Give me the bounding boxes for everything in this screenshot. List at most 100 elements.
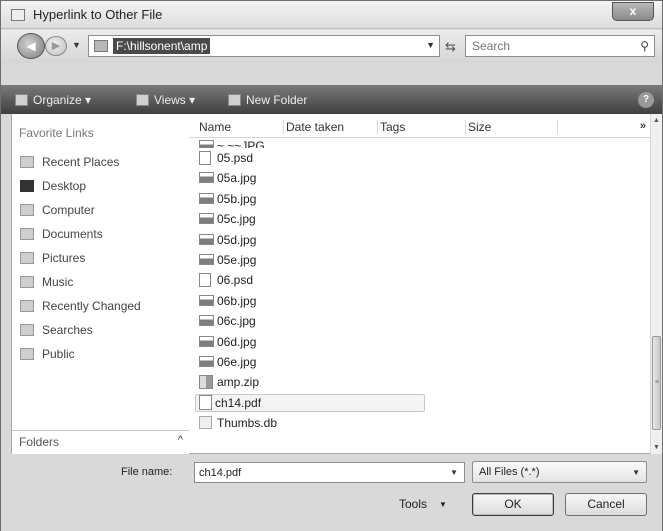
file-name: 05c.jpg xyxy=(217,212,256,227)
title-bar[interactable]: Hyperlink to Other File x xyxy=(1,1,662,29)
column-header-date-taken[interactable]: Date taken xyxy=(286,120,378,134)
address-bar[interactable]: F:\hillsonent\amp ▼ xyxy=(88,35,440,57)
favorite-link-music[interactable]: Music xyxy=(12,270,190,294)
list-item[interactable]: amp.zip xyxy=(189,372,650,392)
file-name: 06b.jpg xyxy=(217,293,257,308)
list-item-selected[interactable]: ch14.pdf xyxy=(189,393,650,413)
list-item[interactable]: 05.psd xyxy=(189,148,650,168)
back-button[interactable]: ◀ xyxy=(17,33,45,59)
organize-icon xyxy=(15,94,28,106)
file-type-value: All Files (*.*) xyxy=(479,466,540,478)
db-file-icon xyxy=(199,416,212,430)
favorite-link-pictures[interactable]: Pictures xyxy=(12,246,190,270)
favorite-links-heading: Favorite Links xyxy=(19,126,94,140)
favorite-link-recent-places[interactable]: Recent Places xyxy=(12,150,190,174)
list-item[interactable]: 06d.jpg xyxy=(189,332,650,352)
search-icon[interactable]: ⚲ xyxy=(640,39,649,53)
image-file-icon xyxy=(199,253,214,265)
address-dropdown-icon[interactable]: ▼ xyxy=(426,40,435,50)
file-name-label: File name: xyxy=(121,466,173,478)
computer-icon xyxy=(20,204,34,216)
file-name-combobox[interactable]: ▼ xyxy=(194,462,465,483)
list-item[interactable]: 06b.jpg xyxy=(189,291,650,311)
file-name-input[interactable] xyxy=(195,463,435,482)
file-name: 06d.jpg xyxy=(217,334,257,349)
image-file-icon xyxy=(199,213,214,225)
favorite-link-label: Public xyxy=(42,347,75,361)
favorite-link-recently-changed[interactable]: Recently Changed xyxy=(12,294,190,318)
list-item[interactable]: 05d.jpg xyxy=(189,230,650,250)
folders-toggle[interactable]: Folders ^ xyxy=(12,430,190,454)
list-item[interactable]: 06.psd xyxy=(189,270,650,290)
column-headers: ^ Name Date taken Tags Size » xyxy=(189,114,650,138)
favorite-link-label: Searches xyxy=(42,323,93,337)
file-name: Thumbs.db xyxy=(217,416,278,431)
cancel-button[interactable]: Cancel xyxy=(565,493,647,516)
list-item[interactable]: 05e.jpg xyxy=(189,250,650,270)
scroll-down-icon[interactable]: ▼ xyxy=(653,444,660,451)
file-type-select[interactable]: All Files (*.*) ▼ xyxy=(472,461,647,483)
zip-file-icon xyxy=(199,375,213,390)
scroll-thumb[interactable]: ≡ xyxy=(652,336,661,430)
column-header-size[interactable]: Size xyxy=(468,120,558,134)
favorite-link-computer[interactable]: Computer xyxy=(12,198,190,222)
address-path[interactable]: F:\hillsonent\amp xyxy=(113,38,211,54)
search-box[interactable]: ⚲ xyxy=(465,35,655,57)
favorite-link-desktop[interactable]: Desktop xyxy=(12,174,190,198)
chevron-down-icon[interactable]: ▼ xyxy=(450,468,458,477)
new-folder-button[interactable]: New Folder xyxy=(228,91,307,109)
help-icon[interactable]: ? xyxy=(638,92,654,108)
image-file-icon xyxy=(199,335,214,347)
file-name: 05d.jpg xyxy=(217,232,257,247)
list-item[interactable]: 05c.jpg xyxy=(189,209,650,229)
searches-icon xyxy=(20,324,34,336)
image-file-icon xyxy=(199,315,214,327)
list-item[interactable]: 06c.jpg xyxy=(189,311,650,331)
favorite-link-documents[interactable]: Documents xyxy=(12,222,190,246)
search-input[interactable] xyxy=(466,36,631,56)
image-file-icon xyxy=(199,172,214,184)
refresh-icon[interactable]: ⇆ xyxy=(445,39,456,55)
list-item[interactable]: 05b.jpg xyxy=(189,189,650,209)
organize-label: Organize ▾ xyxy=(33,93,92,107)
grip-icon: ≡ xyxy=(655,379,660,386)
image-file-icon xyxy=(199,294,214,306)
pdf-file-icon xyxy=(199,394,212,410)
recent-places-icon xyxy=(20,156,34,168)
views-button[interactable]: Views ▾ xyxy=(136,91,195,109)
favorite-link-searches[interactable]: Searches xyxy=(12,318,190,342)
recent-pages-chevron-icon[interactable]: ▼ xyxy=(72,40,81,50)
file-name: 05e.jpg xyxy=(217,252,257,267)
new-folder-icon xyxy=(228,94,241,106)
chevron-down-icon[interactable]: ▼ xyxy=(632,468,640,477)
psd-file-icon xyxy=(199,151,211,165)
chevron-up-icon[interactable]: ^ xyxy=(178,434,183,446)
navigation-pane: Favorite Links Recent Places Desktop Com… xyxy=(11,114,190,454)
folder-icon xyxy=(94,40,108,52)
close-button[interactable]: x xyxy=(612,2,654,21)
favorite-link-public[interactable]: Public xyxy=(12,342,190,366)
list-item[interactable]: 06e.jpg xyxy=(189,352,650,372)
file-name: amp.zip xyxy=(217,375,260,390)
dialog-icon xyxy=(11,9,25,21)
column-header-name[interactable]: ^ Name xyxy=(199,120,284,134)
vertical-scrollbar[interactable]: ▲ ≡ ▼ xyxy=(650,114,662,454)
file-name: 06.psd xyxy=(217,273,254,288)
favorite-link-label: Music xyxy=(42,275,74,289)
organize-button[interactable]: Organize ▾ xyxy=(15,91,91,109)
forward-button[interactable]: ▶ xyxy=(45,36,67,56)
favorite-link-label: Pictures xyxy=(42,251,86,265)
ok-button[interactable]: OK xyxy=(472,493,554,516)
file-name: ch14.pdf xyxy=(215,395,262,410)
tools-menu-button[interactable]: Tools ▼ xyxy=(399,497,447,511)
desktop-icon xyxy=(20,180,34,192)
more-columns-icon[interactable]: » xyxy=(640,120,646,132)
list-item[interactable]: Thumbs.db xyxy=(189,413,650,433)
scroll-up-icon[interactable]: ▲ xyxy=(653,117,660,124)
list-item[interactable]: ~ ~~JPG xyxy=(189,140,650,148)
sort-ascending-icon: ^ xyxy=(219,122,223,131)
column-header-tags[interactable]: Tags xyxy=(380,120,466,134)
tools-label: Tools xyxy=(399,497,428,511)
pictures-icon xyxy=(20,252,34,264)
list-item[interactable]: 05a.jpg xyxy=(189,168,650,188)
